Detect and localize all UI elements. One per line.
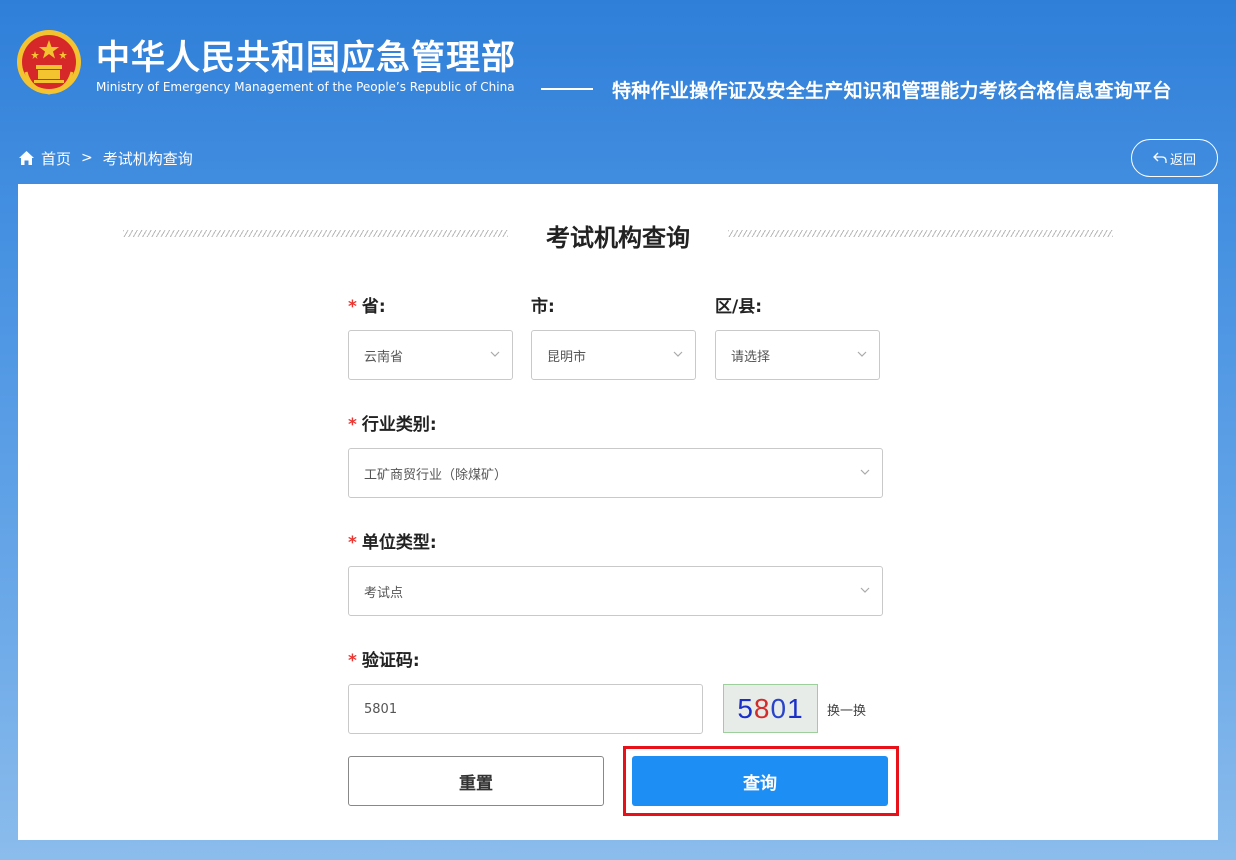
back-button-label: 返回 [1169, 152, 1196, 168]
home-icon[interactable] [18, 150, 35, 166]
district-select[interactable]: 请选择 [715, 330, 880, 380]
city-label: 市: [531, 297, 555, 317]
captcha-digit: 0 [770, 692, 788, 724]
captcha-input-value: 5801 [364, 701, 398, 717]
unit-type-select[interactable]: 考试点 [348, 566, 883, 616]
captcha-image[interactable]: 5801 [723, 684, 818, 733]
chevron-down-icon [857, 351, 867, 357]
captcha-input[interactable]: 5801 [348, 684, 703, 734]
city-select[interactable]: 昆明市 [531, 330, 696, 380]
required-mark: * [348, 651, 357, 671]
chevron-down-icon [860, 587, 870, 593]
query-card: 考试机构查询 * 省: 市: 区/县: 云南省 昆明市 请选择 * 行业类别: 工矿… [18, 184, 1218, 840]
breadcrumb-separator: > [81, 150, 93, 166]
industry-select[interactable]: 工矿商贸行业（除煤矿） [348, 448, 883, 498]
unit-type-select-value: 考试点 [364, 585, 404, 601]
ministry-name-en: Ministry of Emergency Management of the … [96, 80, 515, 94]
captcha-refresh-link[interactable]: 换一换 [827, 700, 866, 719]
captcha-digit: 5 [737, 692, 754, 724]
district-label: 区/县: [715, 297, 763, 317]
province-label: * 省: [348, 297, 386, 317]
header-divider-line [541, 88, 593, 90]
reset-button[interactable]: 重置 [348, 756, 604, 806]
industry-label: * 行业类别: [348, 415, 437, 435]
district-select-value: 请选择 [731, 349, 771, 365]
captcha-digit: 8 [753, 692, 771, 724]
card-title-row: 考试机构查询 [123, 216, 1113, 256]
page-header: 中华人民共和国应急管理部 Ministry of Emergency Manag… [0, 0, 1236, 130]
breadcrumb: 首页 > 考试机构查询 [18, 146, 193, 170]
required-mark: * [348, 533, 357, 553]
breadcrumb-current: 考试机构查询 [102, 149, 193, 168]
chevron-down-icon [490, 351, 500, 357]
national-emblem-icon [17, 30, 81, 95]
chevron-down-icon [860, 469, 870, 475]
title-decoration-right [728, 230, 1113, 237]
query-button[interactable]: 查询 [632, 756, 888, 806]
ministry-name-cn: 中华人民共和国应急管理部 [96, 38, 516, 78]
province-select[interactable]: 云南省 [348, 330, 513, 380]
required-mark: * [348, 297, 357, 317]
city-select-value: 昆明市 [547, 349, 587, 365]
return-arrow-icon [1153, 152, 1167, 163]
province-select-value: 云南省 [364, 349, 404, 365]
breadcrumb-home-link[interactable]: 首页 [41, 148, 71, 169]
platform-title: 特种作业操作证及安全生产知识和管理能力考核合格信息查询平台 [612, 80, 1172, 102]
required-mark: * [348, 415, 357, 435]
chevron-down-icon [673, 351, 683, 357]
back-button[interactable]: 返回 [1131, 139, 1218, 177]
captcha-label: * 验证码: [348, 651, 420, 671]
unit-type-label: * 单位类型: [348, 533, 437, 553]
industry-select-value: 工矿商贸行业（除煤矿） [364, 467, 508, 483]
captcha-digit: 1 [787, 692, 804, 724]
